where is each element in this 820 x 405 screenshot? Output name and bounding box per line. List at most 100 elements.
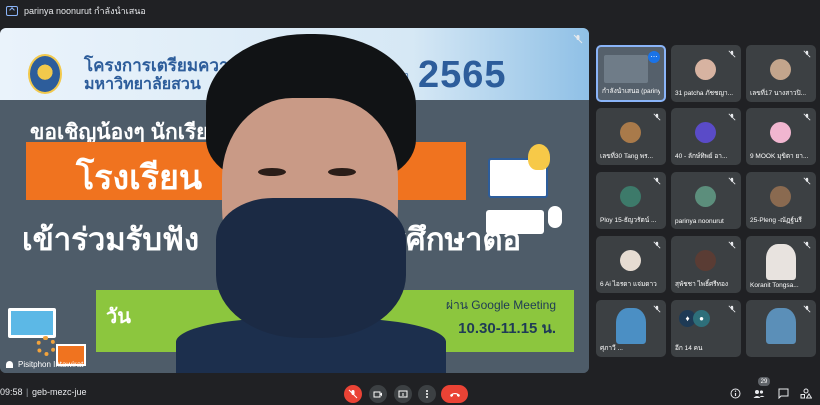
participant-tile[interactable]: เลขที่17 นางสาวปิ... (746, 45, 816, 102)
via-google-meet: ผ่าน Google Meeting (445, 298, 556, 312)
avatar (620, 122, 641, 143)
people-icon (753, 389, 765, 398)
present-icon (398, 390, 408, 398)
speaker-video (176, 28, 446, 373)
info-icon (730, 388, 740, 398)
participant-tile[interactable]: ศุภาวี ... (596, 300, 666, 357)
participant-name: กำลังนำเสนอ (parinya n... (602, 88, 660, 95)
camera-icon (373, 391, 382, 398)
microphone-toggle-button[interactable] (344, 385, 362, 403)
avatar (620, 186, 641, 207)
avatar (766, 244, 796, 280)
bottom-toolbar: 09:58 | geb-mezc-jue 29 (0, 377, 820, 405)
participant-tile[interactable]: 6 Ai ไอรดา แจ่มดาว (596, 236, 666, 293)
participant-name: 40 - ลักษ์ทิพย์ อา... (675, 153, 728, 160)
participant-tile[interactable]: Ploy 15-ธัญวรัตน์ ... (596, 172, 666, 229)
meeting-code: geb-mezc-jue (32, 387, 87, 397)
participant-tile[interactable]: 9 MOOK มุขิตา ยา... (746, 108, 816, 165)
chat-icon (778, 388, 788, 399)
camera-toggle-button[interactable] (369, 385, 387, 403)
mic-off-icon (728, 305, 736, 313)
mic-off-icon (728, 177, 736, 185)
avatar (616, 308, 646, 344)
participant-name: parinya noonurut (675, 218, 724, 225)
mic-off-icon (803, 305, 811, 313)
avatar (766, 308, 796, 344)
participant-name: Ploy 15-ธัญวรัตน์ ... (600, 217, 657, 224)
slide-project-line2: มหาวิทยาลัยสวน (84, 76, 201, 93)
chat-button[interactable] (776, 386, 790, 400)
present-screen-button[interactable] (394, 385, 412, 403)
participant-count-badge: 29 (758, 377, 770, 386)
participant-name: 9 MOOK มุขิตา ยา... (750, 153, 809, 160)
mic-off-icon (348, 389, 358, 399)
slide-year: 2565 (418, 54, 507, 96)
participant-tile[interactable]: 31 patcha ภัชชญา... (671, 45, 741, 102)
mic-off-icon (803, 177, 811, 185)
more-participants-avatar: ● (693, 310, 710, 327)
participant-name: สุพัชชา ไพธิ์ศรีทอง (675, 281, 729, 288)
participant-tile[interactable]: 40 - ลักษ์ทิพย์ อา... (671, 108, 741, 165)
gear-icon (36, 336, 56, 356)
session-time: 10.30-11.15 น. (458, 320, 556, 337)
activities-icon (800, 388, 812, 398)
divider: | (26, 387, 29, 397)
mic-off-icon (803, 241, 811, 249)
clock: 09:58 (0, 387, 23, 397)
avatar (770, 59, 791, 80)
speaker-eye-right (328, 168, 356, 176)
participant-name: อีก 14 คน (675, 345, 703, 352)
speaker-face-mask (216, 198, 406, 338)
participant-tile[interactable] (746, 300, 816, 357)
more-options-button[interactable] (418, 385, 436, 403)
participant-name: ศุภาวี ... (600, 345, 623, 352)
avatar (770, 186, 791, 207)
avatar (620, 250, 641, 271)
present-screen-icon (6, 6, 18, 16)
more-vert-icon (426, 390, 428, 398)
participant-name: 31 patcha ภัชชญา... (675, 90, 734, 97)
participants-button[interactable] (752, 386, 766, 400)
phone-hangup-icon (449, 393, 460, 397)
mic-off-icon (803, 50, 811, 58)
person-icon (6, 361, 13, 368)
avatar (770, 122, 791, 143)
participant-tile[interactable]: 25-Pleng -ณัฏฐ์นรี (746, 172, 816, 229)
participant-tile[interactable]: เลขที่30 Tang พร... (596, 108, 666, 165)
avatar (695, 59, 716, 80)
activities-button[interactable] (799, 386, 813, 400)
day-label: วัน (106, 306, 131, 328)
lightbulb-icon (528, 144, 550, 170)
mic-off-icon (728, 113, 736, 121)
participant-name: เลขที่17 นางสาวปิ... (750, 90, 807, 97)
avatar (695, 250, 716, 271)
mic-off-icon (573, 34, 583, 44)
slide-join-text: เข้าร่วมรับฟัง (22, 222, 200, 257)
mic-off-icon (653, 113, 661, 121)
leave-call-button[interactable] (441, 385, 468, 403)
presenting-banner: parinya noonurut กำลังนำเสนอ (0, 0, 820, 22)
mouse-icon (548, 206, 562, 228)
speaker-name: Pisitphon Intawirat (18, 360, 84, 369)
meeting-info-button[interactable] (728, 386, 742, 400)
participant-tile[interactable]: Koranit Tongsa... (746, 236, 816, 293)
participant-tile[interactable]: ⋯ กำลังนำเสนอ (parinya n... (596, 45, 666, 102)
participant-tile[interactable]: สุพัชชา ไพธิ์ศรีทอง (671, 236, 741, 293)
participant-name: Koranit Tongsa... (750, 282, 799, 289)
mic-off-icon (653, 177, 661, 185)
presenter-text: parinya noonurut กำลังนำเสนอ (24, 6, 146, 16)
participant-tile[interactable]: ♦ ● อีก 14 คน (671, 300, 741, 357)
mic-off-icon (653, 305, 661, 313)
mic-off-icon (653, 241, 661, 249)
avatar (695, 186, 716, 207)
participant-name: 25-Pleng -ณัฏฐ์นรี (750, 217, 802, 224)
participant-name: เลขที่30 Tang พร... (600, 153, 654, 160)
avatar (695, 122, 716, 143)
mic-off-icon (728, 50, 736, 58)
participant-tile[interactable]: parinya noonurut (671, 172, 741, 229)
main-presentation-tile[interactable]: โครงการเตรียมความพ มหาวิทยาลัยสวน ษา 256… (0, 28, 589, 373)
laptop-icon (8, 308, 56, 338)
mic-off-icon (728, 241, 736, 249)
tile-options-button[interactable]: ⋯ (648, 51, 660, 63)
university-logo (28, 54, 62, 94)
